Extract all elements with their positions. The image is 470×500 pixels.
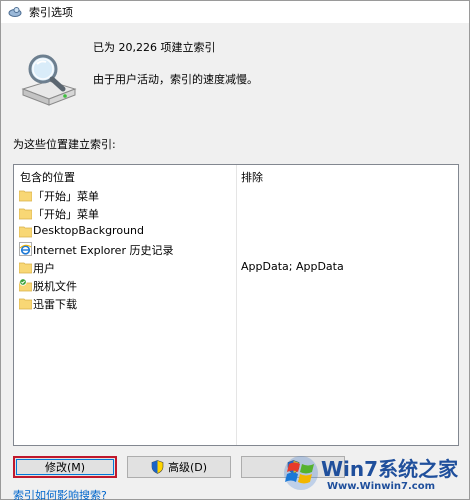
indexing-status-message: 由于用户活动，索引的速度减慢。: [93, 73, 258, 86]
list-item[interactable]: Internet Explorer 历史记录: [14, 241, 458, 258]
folder-icon: [18, 260, 33, 274]
indexing-options-icon: [7, 4, 23, 20]
folder-icon: [18, 224, 33, 238]
folder-icon: [18, 188, 33, 202]
indexing-help-link[interactable]: 索引如何影响搜索?: [13, 487, 107, 500]
list-item[interactable]: 「开始」菜单: [14, 187, 458, 204]
modify-button-label: 修改(M): [44, 461, 86, 474]
site-watermark: Win7系统之家 Www.Winwin7.com: [281, 451, 467, 499]
folder-icon: [18, 206, 33, 220]
locations-label: 为这些位置建立索引:: [13, 138, 116, 151]
list-item[interactable]: 脱机文件: [14, 277, 458, 294]
folder-icon: [18, 296, 33, 310]
magnifier-drive-icon: [17, 51, 79, 109]
list-item[interactable]: 用户 AppData; AppData: [14, 259, 458, 276]
offline-files-icon: [18, 278, 33, 292]
location-name: DesktopBackground: [33, 224, 144, 237]
uac-shield-icon: [151, 460, 164, 474]
modify-button[interactable]: 修改(M): [13, 456, 117, 478]
indexing-options-window: 索引选项 已为 20,226 项建立索引 由于用户活动，索引的速度减慢。 为这些…: [0, 0, 470, 500]
list-item[interactable]: 「开始」菜单: [14, 205, 458, 222]
exclude-header[interactable]: 排除: [241, 169, 263, 185]
indexed-count-text: 已为 20,226 项建立索引: [93, 41, 216, 54]
watermark-url: Www.Winwin7.com: [327, 481, 436, 492]
included-locations-header[interactable]: 包含的位置: [20, 169, 75, 185]
location-name: 迅雷下载: [33, 298, 77, 311]
location-name: 「开始」菜单: [33, 190, 99, 203]
window-title: 索引选项: [29, 6, 73, 19]
location-name: 「开始」菜单: [33, 208, 99, 221]
location-name: 脱机文件: [33, 280, 77, 293]
location-name: Internet Explorer 历史记录: [33, 244, 174, 257]
internet-explorer-icon: [19, 242, 32, 256]
location-name: 用户: [33, 262, 55, 275]
watermark-title: Win7系统之家: [321, 457, 459, 481]
indexed-locations-list[interactable]: 包含的位置 排除 「开始」菜单 「开始」菜单 DesktopBackground: [13, 164, 459, 446]
list-item[interactable]: DesktopBackground: [14, 223, 458, 240]
exclusion-value: AppData; AppData: [241, 260, 344, 273]
list-item[interactable]: 迅雷下载: [14, 295, 458, 312]
windows-logo-icon: [284, 456, 318, 490]
title-bar[interactable]: 索引选项: [1, 1, 469, 23]
advanced-button[interactable]: 高级(D): [127, 456, 231, 478]
advanced-button-label: 高级(D): [167, 461, 208, 474]
